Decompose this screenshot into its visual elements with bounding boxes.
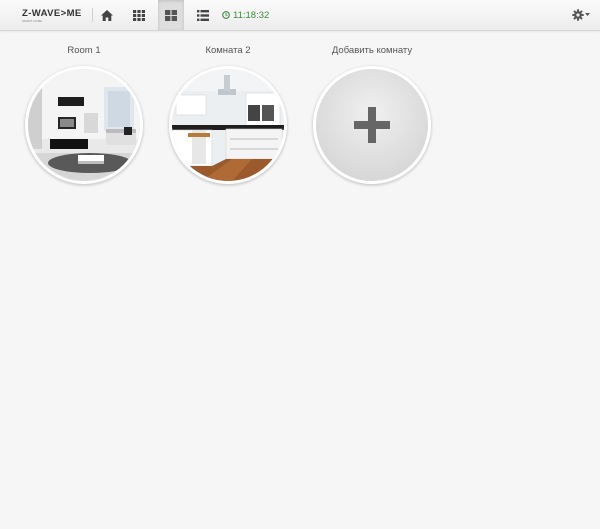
add-room-button[interactable] — [313, 66, 431, 184]
list-view-button[interactable] — [190, 0, 216, 30]
room-label: Room 1 — [67, 45, 101, 56]
clock-time: 11:18:32 — [233, 9, 270, 21]
room-card[interactable]: Room 1 — [24, 44, 144, 184]
grid-icon — [133, 9, 145, 21]
rooms-icon — [165, 9, 177, 21]
room-image[interactable] — [169, 66, 287, 184]
living-room-photo — [28, 69, 140, 181]
plus-icon — [354, 107, 390, 143]
add-room-card[interactable]: Добавить комнату — [312, 44, 432, 184]
zwave-logo[interactable]: Z-WAVE>ME SMART HOME — [22, 9, 84, 23]
room-label: Комната 2 — [205, 45, 251, 56]
rooms-button[interactable] — [158, 0, 184, 30]
clock-icon — [222, 11, 230, 19]
caret-down-icon — [585, 13, 590, 16]
home-button[interactable] — [94, 0, 120, 30]
kitchen-photo — [172, 69, 284, 181]
add-room-label: Добавить комнату — [331, 45, 413, 56]
gear-icon — [572, 9, 584, 21]
top-navbar: Z-WAVE>ME SMART HOME 11:18:32 — [0, 0, 600, 31]
logo-subtitle: SMART HOME — [22, 19, 43, 23]
navbar-divider — [92, 8, 93, 22]
list-icon — [197, 9, 209, 21]
widgets-grid-button[interactable] — [126, 0, 152, 30]
room-image[interactable] — [25, 66, 143, 184]
clock: 11:18:32 — [222, 9, 269, 21]
home-icon — [101, 9, 113, 21]
room-card[interactable]: Комната 2 — [168, 44, 288, 184]
logo-text: Z-WAVE>ME — [22, 8, 82, 19]
settings-menu-button[interactable] — [566, 0, 596, 30]
